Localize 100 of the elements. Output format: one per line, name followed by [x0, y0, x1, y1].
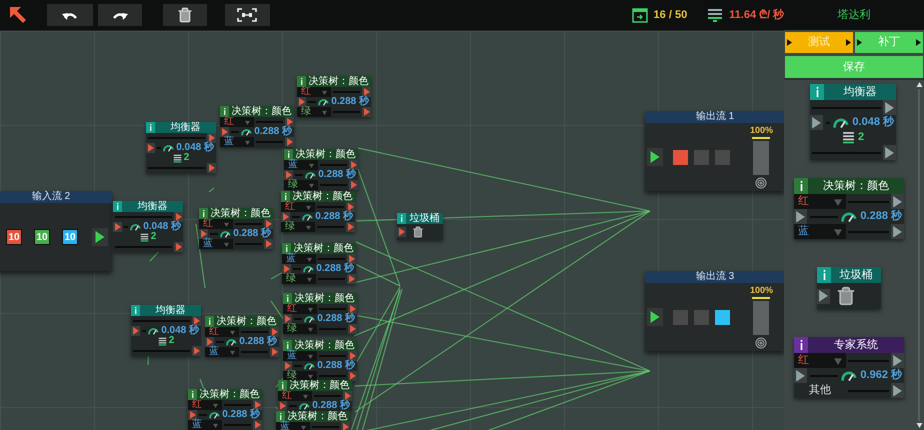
color-dropdown[interactable]: 红 [283, 304, 317, 314]
color-dropdown[interactable]: 蓝 [282, 254, 316, 264]
output-stream-node[interactable]: 输出流 3 100% [645, 271, 784, 351]
color-dropdown[interactable]: 蓝 [205, 347, 239, 357]
color-dropdown[interactable]: 蓝 [794, 224, 846, 239]
input-port[interactable] [146, 143, 155, 153]
input-port[interactable] [199, 229, 208, 239]
color-dropdown[interactable]: 红 [278, 391, 312, 401]
output-port[interactable] [891, 383, 904, 398]
info-icon[interactable] [190, 391, 194, 398]
input-port[interactable] [113, 222, 122, 232]
output-port[interactable] [891, 194, 904, 209]
input-port[interactable] [281, 212, 290, 222]
info-icon[interactable] [798, 181, 804, 191]
output-port[interactable] [207, 163, 216, 173]
output-port[interactable] [343, 391, 352, 401]
decision-tree-node[interactable]: 决策树：颜色 红 0.288 秒 蓝 [199, 208, 273, 249]
scroll-up-icon[interactable] [916, 82, 922, 87]
output-port[interactable] [348, 351, 357, 361]
output-port[interactable] [285, 137, 294, 147]
color-dropdown[interactable]: 蓝 [188, 420, 222, 430]
color-dropdown[interactable]: 红 [281, 202, 315, 212]
decision-tree-node[interactable]: 决策树：颜色 蓝 0.288 秒 绿 [283, 340, 357, 381]
decision-tree-node[interactable]: 决策树：颜色 红 0.288 秒 蓝 [205, 316, 279, 357]
input-port[interactable] [131, 326, 140, 336]
info-icon[interactable] [222, 108, 226, 115]
output-port[interactable] [270, 327, 279, 337]
decision-tree-node[interactable]: 决策树：颜色 红 0.288 秒 蓝 [188, 389, 262, 430]
output-port[interactable] [253, 400, 262, 410]
input-port[interactable] [297, 97, 306, 107]
input-port[interactable] [647, 148, 663, 166]
color-dropdown[interactable]: 绿 [282, 274, 316, 284]
output-port[interactable] [362, 87, 371, 97]
info-icon[interactable] [284, 193, 288, 200]
balancer-node[interactable]: 均衡器 0.048 秒 2 [131, 305, 201, 356]
output-port[interactable] [285, 117, 294, 127]
output-port[interactable] [883, 100, 896, 115]
info-icon[interactable] [284, 245, 288, 252]
info-icon[interactable] [208, 318, 212, 325]
output-port[interactable] [362, 107, 371, 117]
color-dropdown[interactable]: 蓝 [284, 160, 318, 170]
output-port[interactable] [192, 346, 201, 356]
decision-tree-node[interactable]: 决策树：颜色 蓝 0.288 秒 绿 [282, 243, 356, 284]
trash-node[interactable]: 垃圾桶 [397, 213, 443, 240]
output-port[interactable] [348, 324, 357, 334]
balancer-node[interactable]: 均衡器 0.048 秒 2 [146, 122, 216, 173]
info-icon[interactable] [286, 342, 290, 349]
color-dropdown[interactable]: 绿 [283, 324, 317, 334]
input-port[interactable] [205, 337, 214, 347]
color-dropdown[interactable]: 绿 [281, 222, 315, 232]
output-port[interactable] [891, 224, 904, 239]
input-port[interactable] [284, 170, 293, 180]
info-icon[interactable] [798, 340, 804, 350]
expert-system-node[interactable]: 专家系统 红 0.962 秒 其他 [794, 337, 904, 398]
decision-tree-node[interactable]: 决策树：颜色 红 0.288 秒 绿 [283, 293, 357, 334]
output-port[interactable] [348, 304, 357, 314]
color-dropdown[interactable]: 红 [188, 400, 222, 410]
output-port[interactable] [348, 371, 357, 381]
info-icon[interactable] [202, 210, 206, 217]
color-dropdown[interactable]: 红 [205, 327, 239, 337]
output-port[interactable] [347, 254, 356, 264]
input-port[interactable] [397, 227, 406, 237]
info-icon[interactable] [300, 78, 304, 85]
info-icon[interactable] [286, 151, 290, 158]
color-dropdown[interactable]: 绿 [284, 180, 318, 190]
input-port[interactable] [283, 314, 292, 324]
output-port[interactable] [883, 145, 896, 160]
balancer-node[interactable]: 均衡器 0.048 秒 2 [810, 84, 896, 160]
input-port[interactable] [647, 308, 663, 326]
decision-tree-node[interactable]: 决策树：颜色 红 0.288 秒 [278, 380, 352, 411]
scroll-down-icon[interactable] [916, 423, 922, 428]
output-stream-node[interactable]: 输出流 1 100% [645, 111, 784, 191]
decision-tree-node[interactable]: 决策树：颜色 红 0.288 秒 绿 [281, 191, 355, 232]
output-port[interactable] [346, 222, 355, 232]
color-dropdown[interactable]: 蓝 [220, 137, 254, 147]
input-port[interactable] [188, 410, 197, 420]
output-port[interactable] [346, 202, 355, 212]
color-dropdown[interactable]: 绿 [283, 371, 317, 381]
output-port[interactable] [347, 274, 356, 284]
color-dropdown[interactable]: 蓝 [199, 239, 233, 249]
input-port[interactable] [282, 264, 291, 274]
trash-node[interactable]: 垃圾桶 [817, 267, 881, 309]
output-port[interactable] [270, 347, 279, 357]
output-port[interactable] [264, 219, 273, 229]
fit-view-button[interactable] [224, 4, 270, 26]
input-port[interactable] [817, 288, 830, 304]
output-port[interactable] [349, 180, 358, 190]
color-dropdown[interactable]: 蓝 [276, 422, 310, 430]
input-port[interactable] [283, 361, 292, 371]
info-icon[interactable] [280, 382, 284, 389]
output-port[interactable] [207, 133, 216, 143]
output-port[interactable] [174, 212, 183, 222]
output-port[interactable] [174, 242, 183, 252]
input-port[interactable] [794, 209, 807, 224]
output-port[interactable] [891, 353, 904, 368]
output-port[interactable] [92, 228, 108, 246]
decision-tree-node[interactable]: 决策树：颜色 红 0.288 秒 蓝 [220, 106, 294, 147]
color-dropdown[interactable]: 红 [794, 353, 846, 368]
target-icon[interactable] [755, 336, 768, 348]
input-port[interactable] [278, 401, 287, 411]
